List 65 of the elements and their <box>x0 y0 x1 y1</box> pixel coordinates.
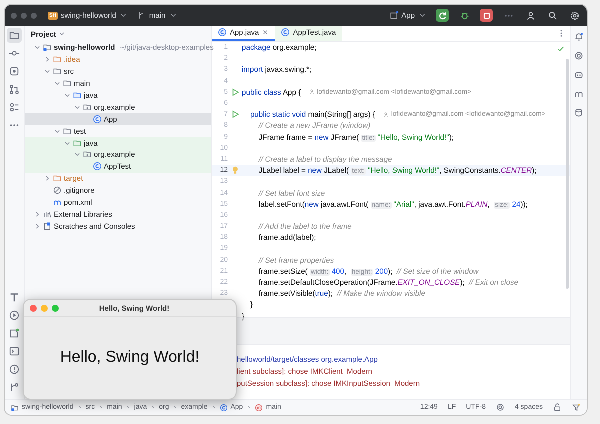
chevron-down-icon[interactable] <box>44 68 50 76</box>
package-icon <box>83 102 92 112</box>
terminal-icon[interactable] <box>9 346 20 357</box>
chevron-right-icon[interactable] <box>34 210 40 218</box>
database-icon[interactable] <box>574 108 584 118</box>
greeting-label: Hello, Swing World! <box>60 349 200 367</box>
person-icon <box>309 89 316 96</box>
filter-icon[interactable] <box>572 403 581 412</box>
chevron-down-icon[interactable] <box>54 80 60 88</box>
chevron-right-icon <box>172 404 178 410</box>
class-icon <box>93 114 102 124</box>
warning-icon[interactable] <box>9 364 20 375</box>
close-icon[interactable] <box>262 29 270 36</box>
folder-icon <box>53 174 62 184</box>
chevron-right-icon <box>76 404 83 410</box>
chevron-right-icon <box>246 404 252 410</box>
person-icon <box>383 112 390 118</box>
person-icon[interactable] <box>526 10 536 20</box>
robot-icon[interactable] <box>574 70 584 80</box>
run-icon[interactable] <box>230 88 240 97</box>
ignore-icon <box>53 186 62 196</box>
module-folder-icon <box>43 43 52 52</box>
checkmark-icon <box>557 45 565 53</box>
bell-icon[interactable] <box>574 32 584 42</box>
bug-icon[interactable] <box>460 10 470 20</box>
search-icon[interactable] <box>548 10 558 20</box>
close-window-icon[interactable] <box>30 304 37 312</box>
run-icon[interactable] <box>9 310 20 321</box>
application-icon <box>390 11 399 20</box>
class-icon <box>220 404 228 412</box>
spiral-icon[interactable] <box>574 50 584 60</box>
package-icon <box>83 150 92 160</box>
chevron-down-icon[interactable] <box>54 128 60 135</box>
chevron-right-icon <box>125 404 132 410</box>
chevron-down-icon[interactable] <box>74 151 80 158</box>
run-icon[interactable] <box>230 110 240 120</box>
chevron-right-icon[interactable] <box>44 175 50 182</box>
chevron-down-icon[interactable] <box>34 44 40 52</box>
rerun-icon[interactable] <box>438 10 448 20</box>
caret-icon[interactable] <box>58 30 66 38</box>
maven-icon <box>53 198 62 208</box>
chevron-right-icon <box>210 404 217 410</box>
spiral-icon[interactable] <box>496 403 505 412</box>
module-folder-icon <box>11 404 19 412</box>
branch-icon[interactable] <box>9 382 20 393</box>
class-icon <box>218 28 227 37</box>
chevron-down-icon[interactable] <box>74 104 80 111</box>
stop-icon[interactable] <box>482 10 492 20</box>
scratches-icon <box>43 222 52 231</box>
chevron-right-icon[interactable] <box>34 222 40 230</box>
class-icon <box>281 28 290 37</box>
chevron-down-icon[interactable] <box>64 92 70 99</box>
chevron-right-icon <box>98 404 104 410</box>
plugin-icon[interactable] <box>9 66 20 77</box>
pull-request-icon[interactable] <box>9 84 20 95</box>
lock-icon[interactable] <box>553 403 562 412</box>
chevron-down-icon[interactable] <box>64 140 70 147</box>
chevron-right-icon <box>150 404 156 410</box>
chevron-right-icon[interactable] <box>44 56 50 64</box>
class-icon <box>93 162 102 172</box>
method-icon <box>255 404 264 412</box>
services-icon[interactable] <box>9 328 20 339</box>
library-icon <box>43 210 52 219</box>
settings-icon[interactable] <box>570 10 580 20</box>
structure-icon[interactable] <box>9 102 20 113</box>
